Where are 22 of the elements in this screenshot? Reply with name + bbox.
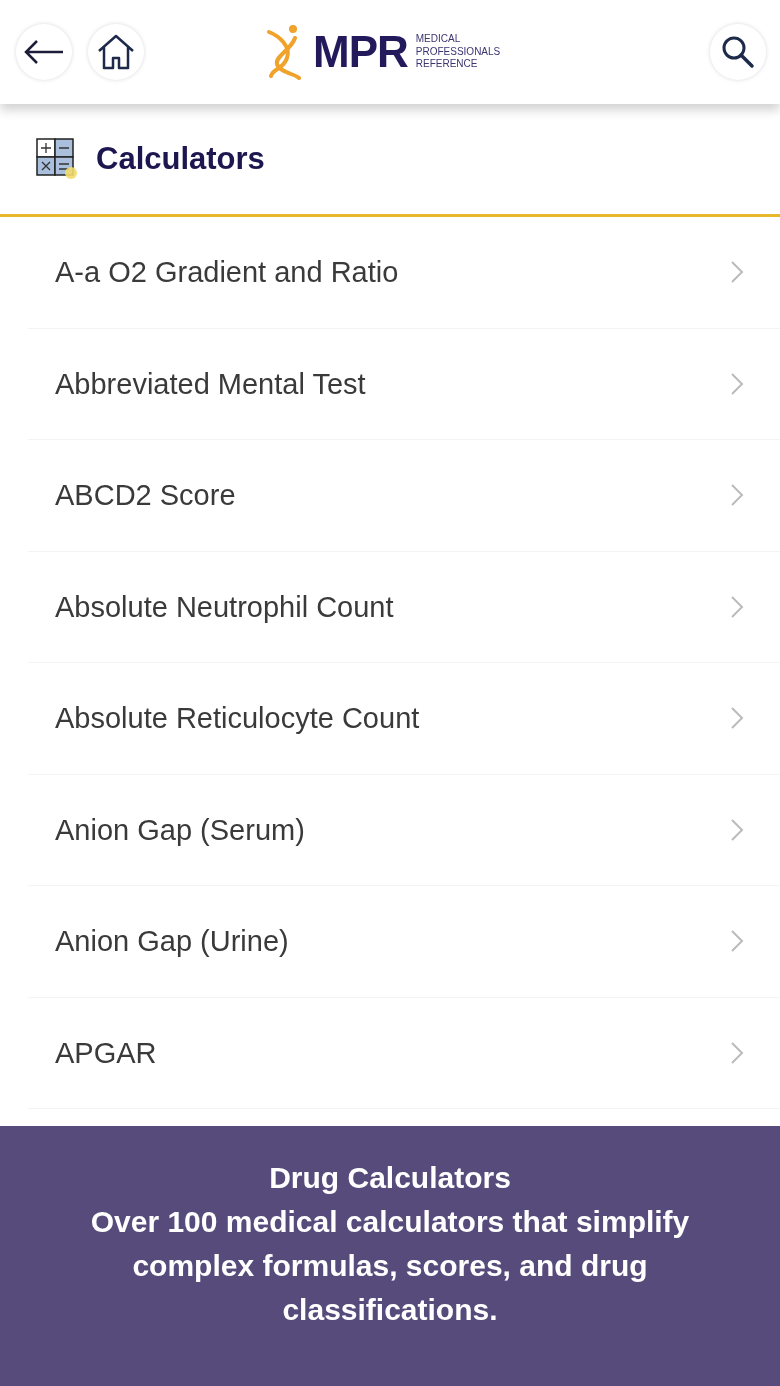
chevron-right-icon xyxy=(730,371,744,396)
chevron-right-icon xyxy=(730,817,744,842)
chevron-right-icon xyxy=(730,483,744,508)
chevron-right-icon xyxy=(730,594,744,619)
logo-tagline: MEDICAL xyxy=(415,33,462,46)
back-button[interactable] xyxy=(16,24,72,80)
back-arrow-icon xyxy=(23,39,65,65)
caption-title: Drug Calculators xyxy=(269,1160,511,1196)
logo-wordmark: MPR xyxy=(313,27,408,77)
search-button[interactable] xyxy=(710,24,766,80)
logo-tagline: REFERENCE xyxy=(415,58,479,71)
logo-tagline: PROFESSIONALS xyxy=(415,45,501,59)
caption-text: Over 100 medical calculators that simplify complex formulas, scores, and drug classifications. xyxy=(89,1204,691,1328)
calculator-icon xyxy=(36,138,78,180)
page-title: Calculators xyxy=(96,141,265,177)
chevron-right-icon xyxy=(730,706,744,731)
chevron-right-icon xyxy=(730,929,744,954)
search-icon xyxy=(721,35,755,69)
home-button[interactable] xyxy=(88,24,144,80)
chevron-right-icon xyxy=(730,260,744,285)
chevron-right-icon xyxy=(730,1040,744,1065)
home-icon xyxy=(96,33,136,71)
